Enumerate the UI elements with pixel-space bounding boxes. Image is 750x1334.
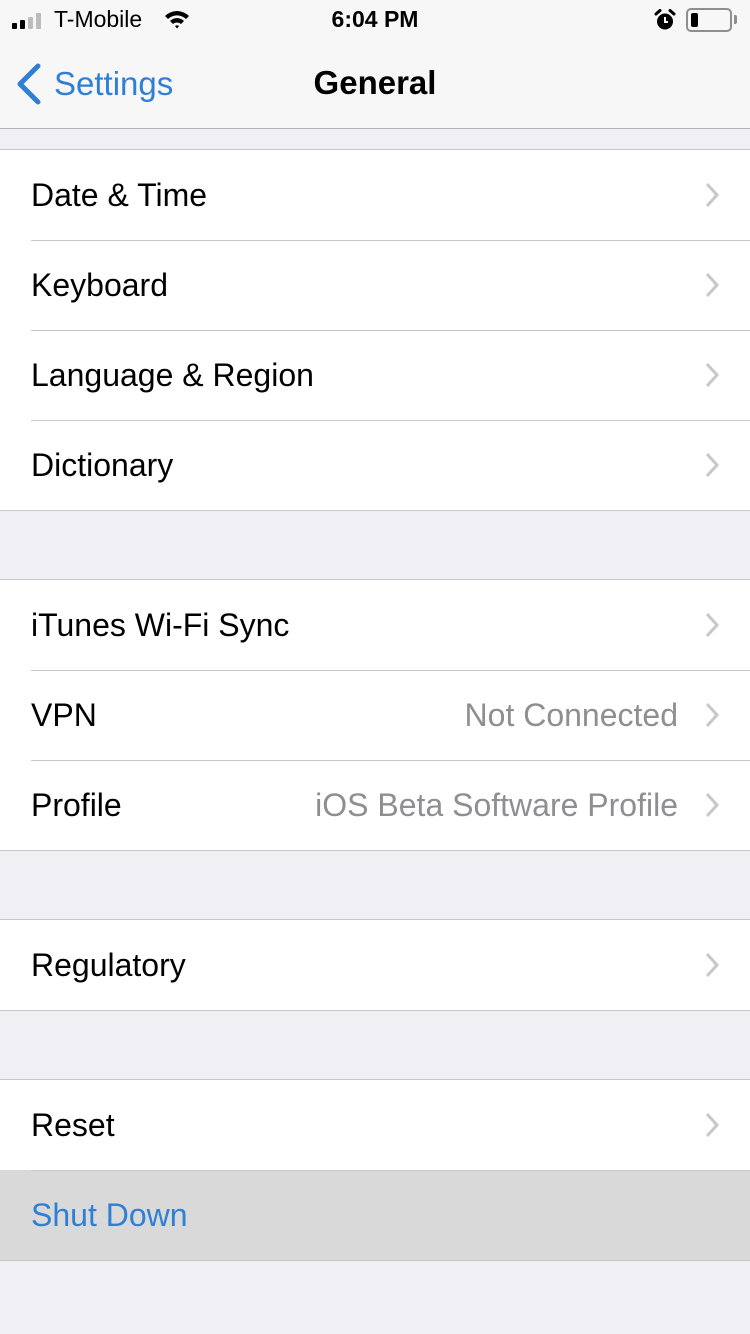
chevron-right-icon bbox=[705, 702, 720, 728]
alarm-clock-icon bbox=[654, 9, 676, 30]
chevron-right-icon bbox=[705, 612, 720, 638]
row-label: VPN bbox=[31, 696, 97, 733]
row-label: Profile bbox=[31, 786, 122, 823]
row-dictionary[interactable]: Dictionary bbox=[0, 420, 750, 510]
battery-tip bbox=[734, 15, 737, 24]
row-regulatory[interactable]: Regulatory bbox=[0, 920, 750, 1010]
page-title: General bbox=[313, 64, 437, 101]
row-label: iTunes Wi-Fi Sync bbox=[31, 606, 290, 643]
settings-group-3: Regulatory bbox=[0, 919, 750, 1011]
row-vpn[interactable]: VPN Not Connected bbox=[0, 670, 750, 760]
chevron-right-icon bbox=[705, 1112, 720, 1138]
chevron-right-icon bbox=[705, 452, 720, 478]
row-keyboard[interactable]: Keyboard bbox=[0, 240, 750, 330]
row-itunes-wifi-sync[interactable]: iTunes Wi-Fi Sync bbox=[0, 580, 750, 670]
row-label: Keyboard bbox=[31, 266, 168, 303]
chevron-right-icon bbox=[705, 952, 720, 978]
row-label: Date & Time bbox=[31, 176, 208, 213]
row-label: Regulatory bbox=[31, 946, 186, 983]
profile-name: iOS Beta Software Profile bbox=[315, 786, 678, 823]
row-reset[interactable]: Reset bbox=[0, 1080, 750, 1170]
status-bar: T-Mobile 6:04 PM bbox=[0, 0, 750, 40]
vpn-status: Not Connected bbox=[464, 696, 678, 733]
row-date-time[interactable]: Date & Time bbox=[0, 150, 750, 240]
navigation-bar: T-Mobile 6:04 PM Settings General bbox=[0, 0, 750, 129]
battery-icon bbox=[686, 8, 732, 32]
settings-group-4: Reset Shut Down bbox=[0, 1079, 750, 1261]
battery-level bbox=[691, 13, 698, 27]
row-language-region[interactable]: Language & Region bbox=[0, 330, 750, 420]
settings-group-2: iTunes Wi-Fi Sync VPN Not Connected Prof… bbox=[0, 579, 750, 851]
settings-group-1: Date & Time Keyboard Language & Region D… bbox=[0, 149, 750, 511]
row-label: Reset bbox=[31, 1106, 115, 1143]
chevron-right-icon bbox=[705, 272, 720, 298]
chevron-right-icon bbox=[705, 792, 720, 818]
row-profile[interactable]: Profile iOS Beta Software Profile bbox=[0, 760, 750, 850]
row-label: Language & Region bbox=[31, 356, 314, 393]
shut-down-label: Shut Down bbox=[31, 1196, 188, 1233]
chevron-right-icon bbox=[705, 182, 720, 208]
clock: 6:04 PM bbox=[331, 6, 419, 32]
shut-down-button[interactable]: Shut Down bbox=[0, 1170, 750, 1260]
row-label: Dictionary bbox=[31, 446, 174, 483]
chevron-right-icon bbox=[705, 362, 720, 388]
